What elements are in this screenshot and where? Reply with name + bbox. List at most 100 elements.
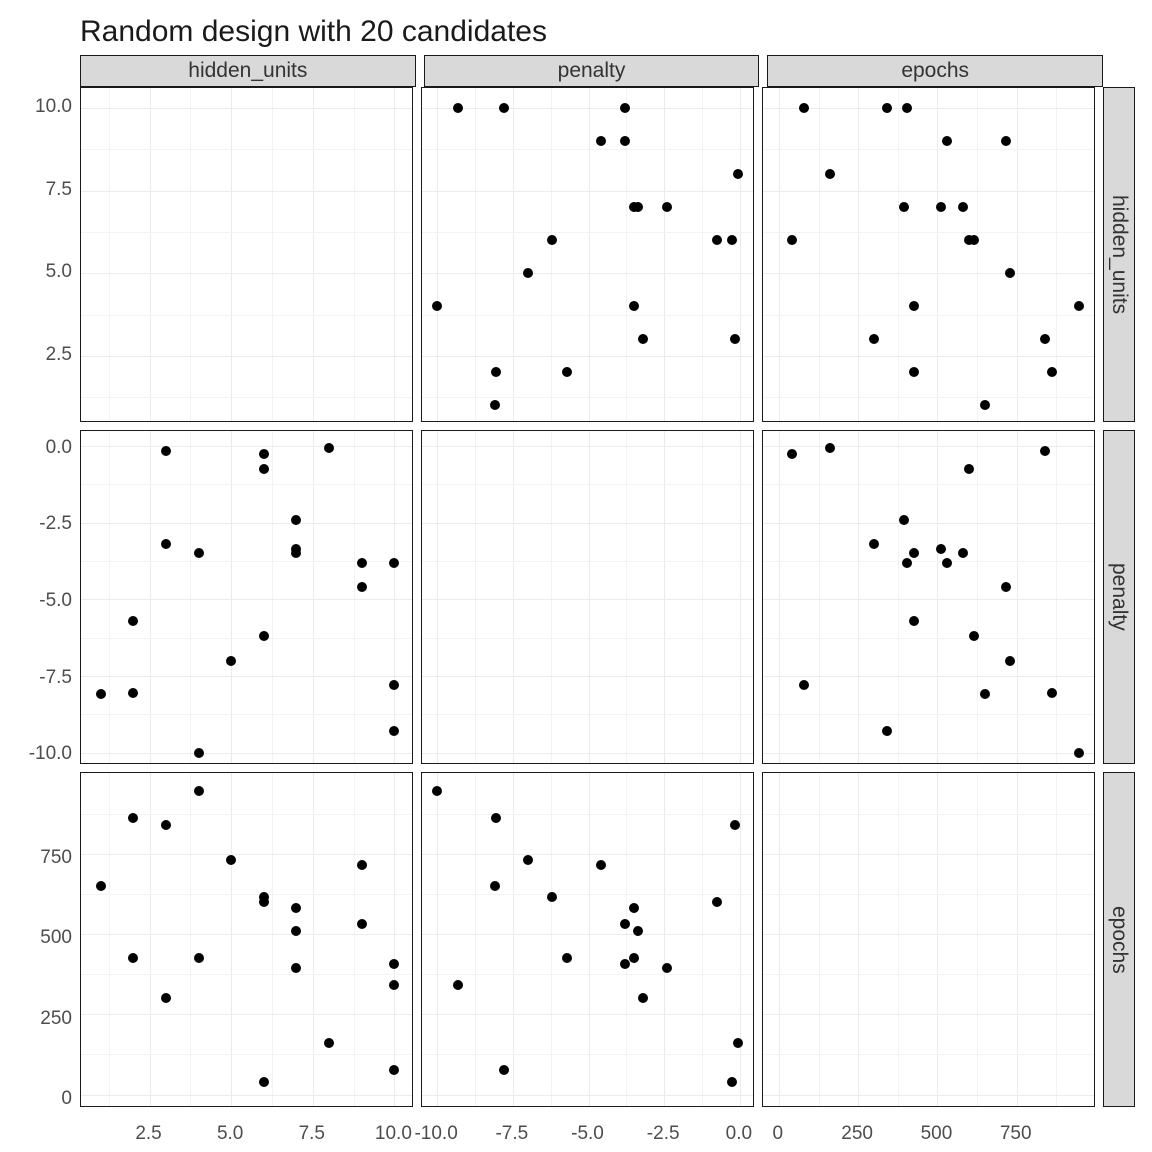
data-point — [389, 726, 399, 736]
data-point — [324, 1038, 334, 1048]
data-point — [882, 726, 892, 736]
data-point — [899, 515, 909, 525]
data-point — [432, 301, 442, 311]
data-point — [958, 202, 968, 212]
panel — [421, 430, 754, 765]
data-point — [453, 980, 463, 990]
data-point — [980, 400, 990, 410]
panel — [80, 87, 413, 422]
data-point — [629, 953, 639, 963]
data-point — [499, 103, 509, 113]
x-tick-label: 2.5 — [135, 1123, 161, 1145]
data-point — [958, 548, 968, 558]
panel — [80, 772, 413, 1107]
x-tick-label: 0.0 — [726, 1123, 752, 1145]
data-point — [733, 169, 743, 179]
data-point — [620, 959, 630, 969]
data-point — [1001, 582, 1011, 592]
data-point — [259, 449, 269, 459]
data-point — [787, 235, 797, 245]
data-point — [523, 268, 533, 278]
data-point — [942, 136, 952, 146]
data-point — [490, 400, 500, 410]
data-point — [357, 558, 367, 568]
y-tick-label: -10.0 — [29, 743, 72, 765]
data-point — [128, 813, 138, 823]
data-point — [629, 903, 639, 913]
y-tick-label: 0 — [61, 1088, 72, 1110]
data-point — [226, 656, 236, 666]
data-point — [389, 1065, 399, 1075]
panel — [762, 430, 1095, 765]
data-point — [869, 539, 879, 549]
data-point — [799, 680, 809, 690]
data-point — [620, 103, 630, 113]
data-point — [259, 897, 269, 907]
data-point — [620, 919, 630, 929]
data-point — [909, 301, 919, 311]
data-point — [730, 334, 740, 344]
y-tick-label: 0.0 — [46, 437, 72, 459]
data-point — [1005, 656, 1015, 666]
data-point — [389, 980, 399, 990]
data-point — [161, 993, 171, 1003]
data-point — [909, 616, 919, 626]
data-point — [1047, 688, 1057, 698]
data-point — [899, 202, 909, 212]
data-point — [291, 903, 301, 913]
data-point — [825, 169, 835, 179]
y-tick-label: 250 — [40, 1008, 72, 1030]
data-point — [662, 963, 672, 973]
x-tick-label: 500 — [921, 1123, 953, 1145]
data-point — [620, 136, 630, 146]
y-tick-label: 500 — [40, 927, 72, 949]
data-point — [259, 464, 269, 474]
x-tick-label: 750 — [1000, 1123, 1032, 1145]
x-tick-label: 5.0 — [217, 1123, 243, 1145]
data-point — [389, 959, 399, 969]
x-tick-label: -7.5 — [495, 1123, 528, 1145]
data-point — [499, 1065, 509, 1075]
data-point — [964, 464, 974, 474]
data-point — [825, 443, 835, 453]
y-tick-label: -2.5 — [39, 513, 72, 535]
data-point — [596, 136, 606, 146]
data-point — [662, 202, 672, 212]
data-point — [1001, 136, 1011, 146]
pairs-matrix: hidden_unitspenaltyepochs hidden_unitspe… — [80, 55, 1135, 1115]
data-point — [161, 539, 171, 549]
data-point — [128, 616, 138, 626]
data-point — [969, 631, 979, 641]
data-point — [727, 235, 737, 245]
data-point — [1005, 268, 1015, 278]
panel — [80, 430, 413, 765]
data-point — [562, 953, 572, 963]
data-point — [432, 786, 442, 796]
data-point — [547, 892, 557, 902]
row-strip: epochs — [1103, 772, 1135, 1107]
data-point — [638, 993, 648, 1003]
data-point — [523, 855, 533, 865]
data-point — [936, 544, 946, 554]
data-point — [787, 449, 797, 459]
data-point — [453, 103, 463, 113]
data-point — [1074, 748, 1084, 758]
data-point — [638, 334, 648, 344]
panel — [762, 87, 1095, 422]
x-tick-label: 250 — [841, 1123, 873, 1145]
data-point — [1040, 446, 1050, 456]
data-point — [980, 689, 990, 699]
y-tick-label: 750 — [40, 847, 72, 869]
data-point — [161, 446, 171, 456]
data-point — [389, 680, 399, 690]
x-tick-label: 0 — [773, 1123, 784, 1145]
data-point — [357, 919, 367, 929]
data-point — [194, 548, 204, 558]
data-point — [730, 820, 740, 830]
data-point — [226, 855, 236, 865]
data-point — [490, 881, 500, 891]
x-tick-label: -2.5 — [647, 1123, 680, 1145]
data-point — [733, 1038, 743, 1048]
data-point — [909, 367, 919, 377]
data-point — [389, 558, 399, 568]
